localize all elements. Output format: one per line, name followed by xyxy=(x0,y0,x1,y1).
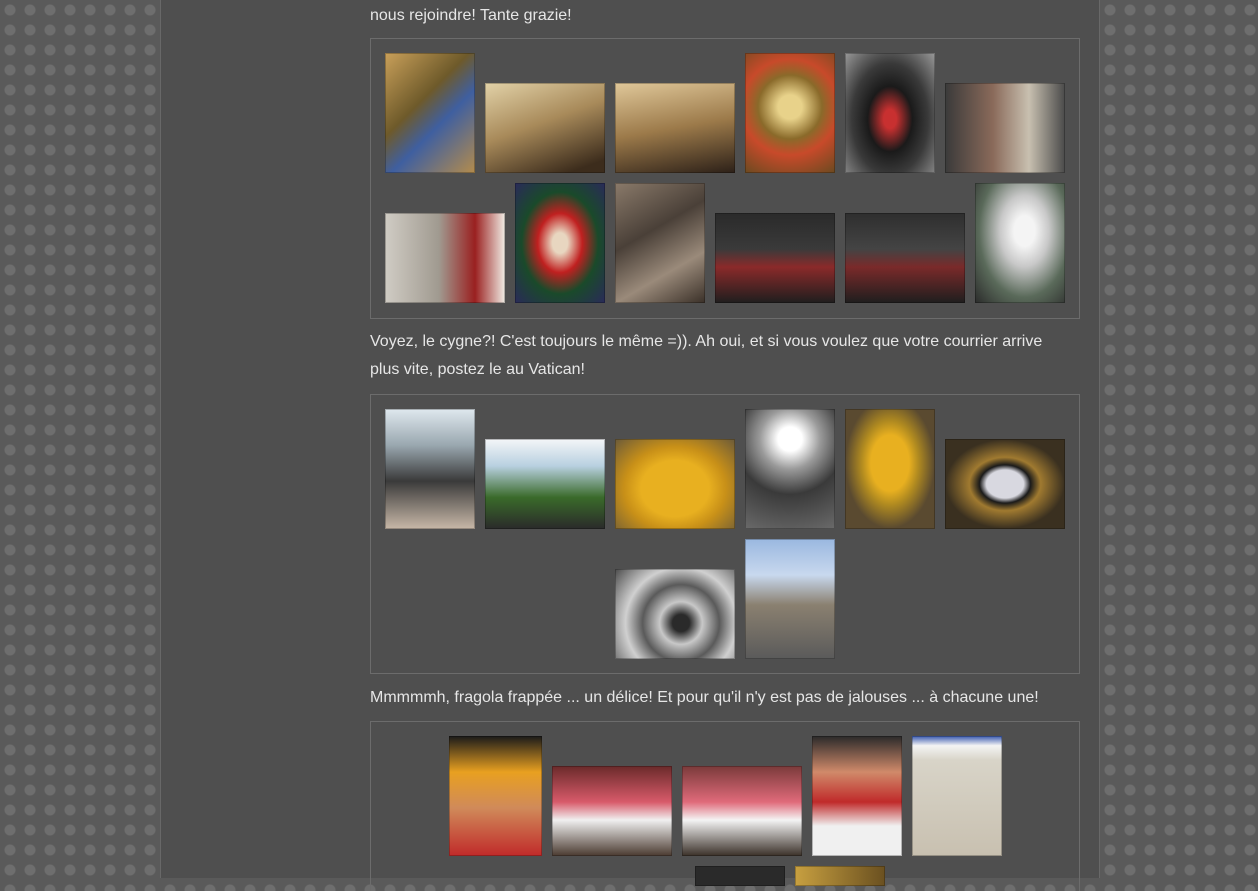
gallery-thumbnail-viewing-machine[interactable] xyxy=(385,213,505,303)
gallery-thumbnail-fresco-room[interactable] xyxy=(615,83,735,173)
gallery-thumbnail-visitors-exhibit[interactable] xyxy=(945,83,1065,173)
gallery-thumbnail-ceiling-panel[interactable] xyxy=(745,53,835,173)
gallery-thumbnail-madonna-window[interactable] xyxy=(515,183,605,303)
gallery-thumbnail-partial-2[interactable] xyxy=(795,866,885,886)
gallery-thumbnail-group-railing-1[interactable] xyxy=(715,213,835,303)
gallery-thumbnail-poste-vaticane-box-1[interactable] xyxy=(615,439,735,529)
gallery-thumbnail-school-of-athens[interactable] xyxy=(485,83,605,173)
gallery-thumbnail-poste-vaticane-box-2[interactable] xyxy=(845,409,935,529)
gallery-thumbnail-info-plaque[interactable] xyxy=(912,736,1002,856)
gallery-thumbnail-framed-portrait[interactable] xyxy=(945,439,1065,529)
gallery-thumbnail-stained-glass-altar[interactable] xyxy=(845,53,935,173)
gallery-thumbnail-swan-sculpture[interactable] xyxy=(975,183,1065,303)
gallery-thumbnail-frappe-tray-2[interactable] xyxy=(682,766,802,856)
paragraph-swan: Voyez, le cygne?! C'est toujours le même… xyxy=(370,333,1043,378)
gallery-thumbnail-group-railing-2[interactable] xyxy=(845,213,965,303)
gallery-thumbnail-statue-room[interactable] xyxy=(615,183,705,303)
gallery-thumbnail-frappe-tray-1[interactable] xyxy=(552,766,672,856)
gallery-thumbnail-spiral-staircase[interactable] xyxy=(615,569,735,659)
gallery-thumbnail-partial-1[interactable] xyxy=(695,866,785,886)
gallery-thumbnail-dome-visitor[interactable] xyxy=(385,409,475,529)
gallery-thumbnail-staircase-dome[interactable] xyxy=(745,409,835,529)
paragraph-intro-tail: nous rejoindre! Tante grazie! xyxy=(370,7,572,24)
gallery-thumbnail-vatican-walls-street[interactable] xyxy=(745,539,835,659)
gallery-thumbnail-drinking-frappe[interactable] xyxy=(812,736,902,856)
gallery-thumbnail-girl-cap[interactable] xyxy=(449,736,542,856)
gallery-thumbnail-vatican-gardens[interactable] xyxy=(485,439,605,529)
gallery-thumbnail-ceiling-1[interactable] xyxy=(385,53,475,173)
paragraph-fragola: Mmmmmh, fragola frappée ... un délice! E… xyxy=(370,689,1039,706)
